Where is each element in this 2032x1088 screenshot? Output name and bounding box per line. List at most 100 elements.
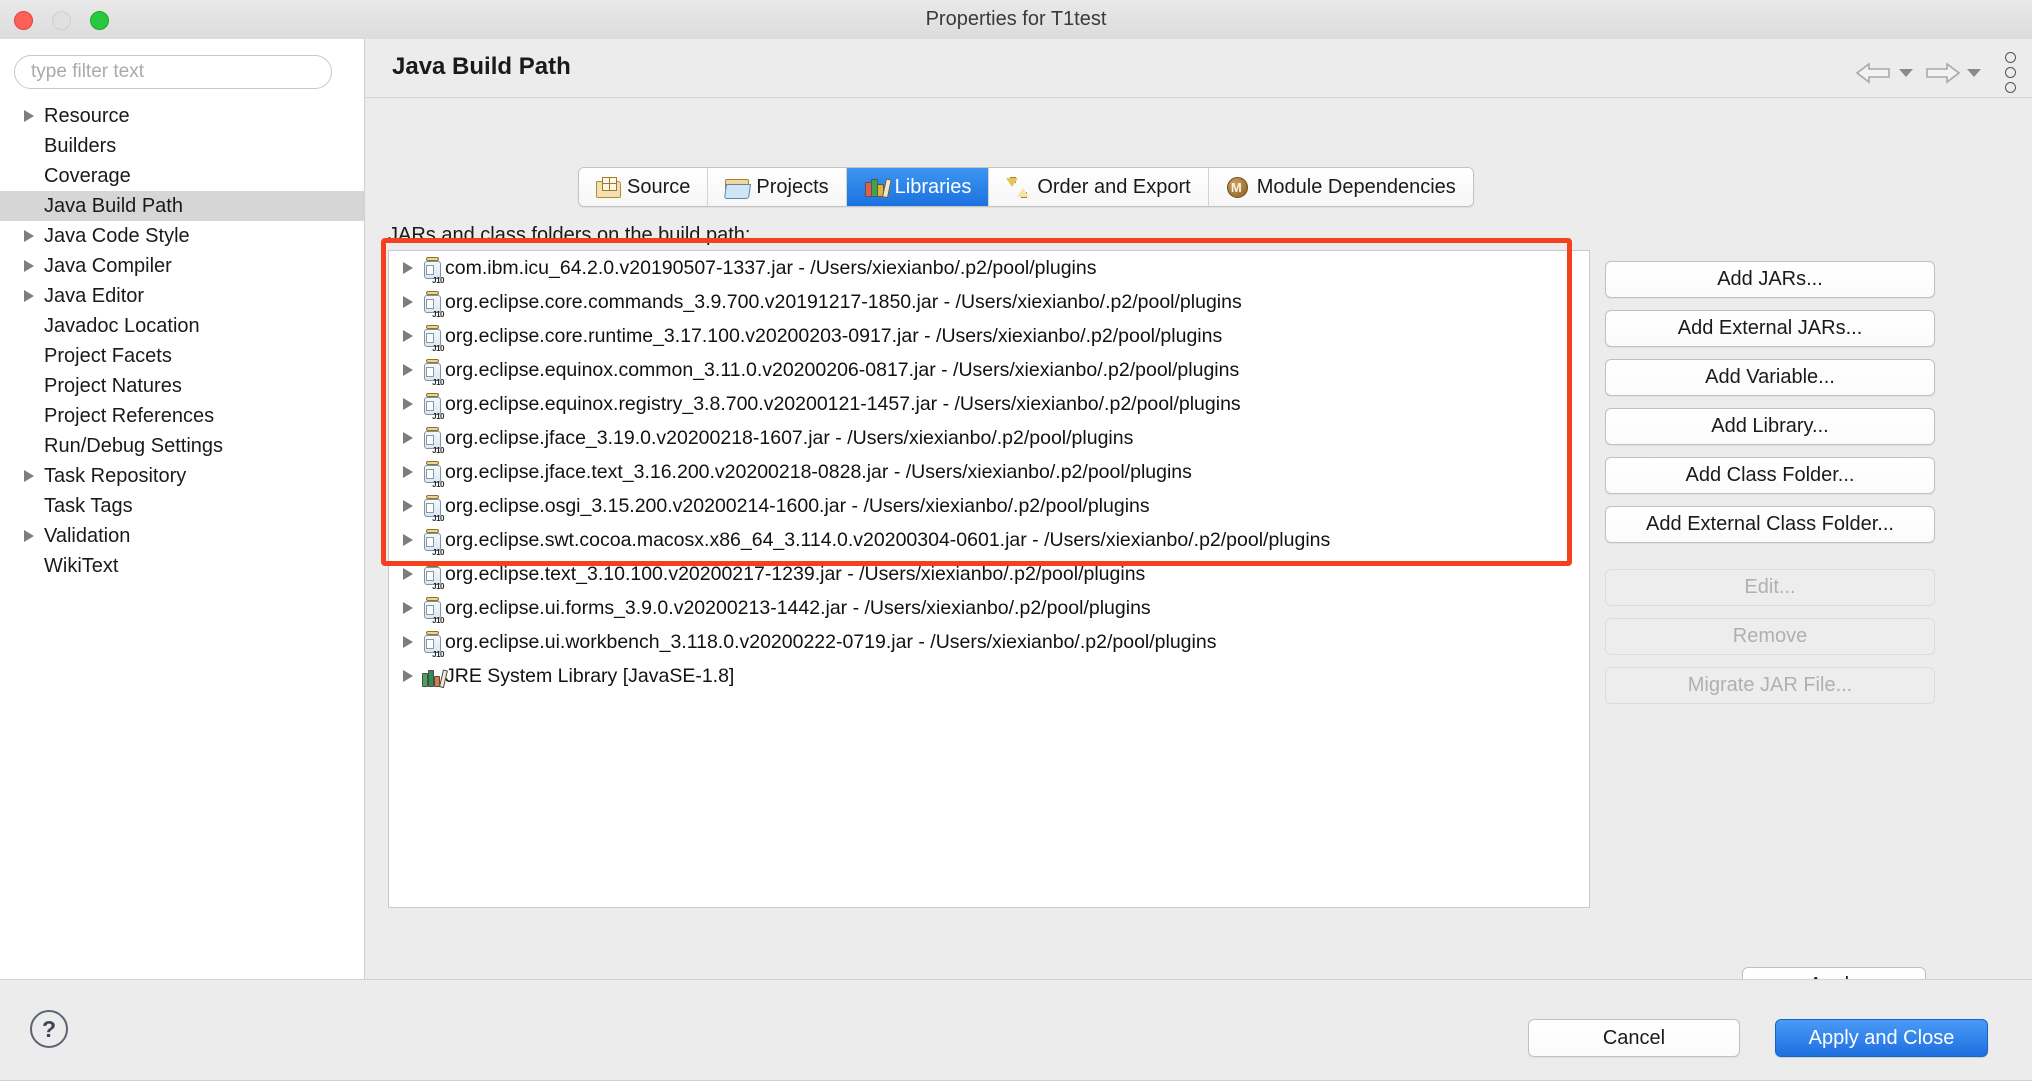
sidebar-item-label: Java Build Path bbox=[44, 195, 183, 217]
library-icon bbox=[422, 666, 446, 687]
sidebar-item-resource[interactable]: Resource bbox=[0, 101, 364, 131]
sidebar-item-label: Run/Debug Settings bbox=[44, 435, 223, 457]
expand-arrow-icon[interactable] bbox=[24, 110, 34, 122]
sidebar-item-javadoc-location[interactable]: Javadoc Location bbox=[0, 311, 364, 341]
expand-arrow-icon[interactable] bbox=[403, 262, 413, 274]
settings-sidebar: Resource Builders Coverage Java Build Path J… bbox=[0, 39, 365, 979]
sidebar-item-label: Builders bbox=[44, 135, 116, 157]
expand-arrow-icon[interactable] bbox=[403, 534, 413, 546]
sidebar-item-label: Task Tags bbox=[44, 495, 133, 517]
expand-arrow-icon[interactable] bbox=[24, 530, 34, 542]
properties-dialog: Properties for T1test ResourceBuildersCo… bbox=[0, 0, 2032, 1088]
tab-module-dependencies[interactable]: MModule Dependencies bbox=[1209, 168, 1473, 206]
back-arrow-icon bbox=[1855, 60, 1893, 86]
overflow-menu-icon[interactable] bbox=[2005, 52, 2016, 93]
sidebar-item-task-repository[interactable]: Task Repository bbox=[0, 461, 364, 491]
expand-arrow-icon[interactable] bbox=[403, 568, 413, 580]
add-library-button[interactable]: Add Library... bbox=[1605, 408, 1935, 445]
expand-arrow-icon[interactable] bbox=[24, 290, 34, 302]
sidebar-item-label: Coverage bbox=[44, 165, 131, 187]
tab-label: Libraries bbox=[895, 176, 972, 199]
jar-icon: J10 bbox=[422, 495, 444, 518]
expand-arrow-icon[interactable] bbox=[24, 470, 34, 482]
sidebar-item-task-tags[interactable]: Task Tags bbox=[0, 491, 364, 521]
expand-arrow-icon[interactable] bbox=[403, 398, 413, 410]
list-item[interactable]: J10org.eclipse.osgi_3.15.200.v20200214-1… bbox=[389, 489, 1589, 523]
list-item-label: org.eclipse.osgi_3.15.200.v20200214-1600… bbox=[445, 495, 1150, 517]
sidebar-item-run-debug-settings[interactable]: Run/Debug Settings bbox=[0, 431, 364, 461]
expand-arrow-icon[interactable] bbox=[403, 364, 413, 376]
build-path-list[interactable]: J10 com.ibm.icu_64.2.0.v20190507-1337.jar… bbox=[388, 250, 1590, 908]
expand-arrow-icon[interactable] bbox=[403, 330, 413, 342]
expand-arrow-icon[interactable] bbox=[403, 432, 413, 444]
add-class-folder-button[interactable]: Add Class Folder... bbox=[1605, 457, 1935, 494]
sidebar-item-java-editor[interactable]: Java Editor bbox=[0, 281, 364, 311]
list-item[interactable]: J10org.eclipse.core.commands_3.9.700.v20… bbox=[389, 285, 1589, 319]
sidebar-item-project-references[interactable]: Project References bbox=[0, 401, 364, 431]
list-item[interactable]: J10org.eclipse.ui.workbench_3.118.0.v202… bbox=[389, 625, 1589, 659]
list-item[interactable]: J10org.eclipse.text_3.10.100.v20200217-1… bbox=[389, 557, 1589, 591]
sidebar-item-validation[interactable]: Validation bbox=[0, 521, 364, 551]
list-item[interactable]: J10org.eclipse.ui.forms_3.9.0.v20200213-… bbox=[389, 591, 1589, 625]
remove-button: Remove bbox=[1605, 618, 1935, 655]
expand-arrow-icon[interactable] bbox=[403, 602, 413, 614]
edit-button: Edit... bbox=[1605, 569, 1935, 606]
list-item[interactable]: J10org.eclipse.equinox.common_3.11.0.v20… bbox=[389, 353, 1589, 387]
list-item[interactable]: J10org.eclipse.core.runtime_3.17.100.v20… bbox=[389, 319, 1589, 353]
list-item[interactable]: J10org.eclipse.equinox.registry_3.8.700.… bbox=[389, 387, 1589, 421]
back-button[interactable] bbox=[1855, 60, 1913, 86]
tab-source[interactable]: Source bbox=[579, 168, 708, 206]
tab-label: Order and Export bbox=[1037, 176, 1190, 199]
sidebar-item-coverage[interactable]: Coverage bbox=[0, 161, 364, 191]
list-item[interactable]: J10com.ibm.icu_64.2.0.v20190507-1337.jar… bbox=[389, 251, 1589, 285]
expand-arrow-icon[interactable] bbox=[403, 670, 413, 682]
forward-dropdown-caret-icon[interactable] bbox=[1967, 69, 1981, 77]
tab-projects[interactable]: Projects bbox=[708, 168, 846, 206]
sidebar-item-java-compiler[interactable]: Java Compiler bbox=[0, 251, 364, 281]
list-item-label: org.eclipse.jface_3.19.0.v20200218-1607.… bbox=[445, 427, 1133, 449]
add-external-class-folder-button[interactable]: Add External Class Folder... bbox=[1605, 506, 1935, 543]
window-bottom-edge bbox=[0, 1080, 2032, 1088]
jar-icon: J10 bbox=[422, 563, 444, 586]
build-path-tabs: SourceProjects Libraries Order and Export M… bbox=[578, 167, 1474, 207]
expand-arrow-icon[interactable] bbox=[403, 636, 413, 648]
list-item[interactable]: JRE System Library [JavaSE-1.8] bbox=[389, 659, 1589, 693]
sidebar-item-java-build-path[interactable]: Java Build Path bbox=[0, 191, 364, 221]
list-item-label: org.eclipse.equinox.common_3.11.0.v20200… bbox=[445, 359, 1239, 381]
page-header: Java Build Path bbox=[365, 39, 2032, 98]
expand-arrow-icon[interactable] bbox=[24, 260, 34, 272]
list-item-label: org.eclipse.ui.workbench_3.118.0.v202002… bbox=[445, 631, 1216, 653]
help-question-icon[interactable]: ? bbox=[30, 1010, 68, 1048]
page-title: Java Build Path bbox=[392, 53, 571, 81]
list-item-label: org.eclipse.equinox.registry_3.8.700.v20… bbox=[445, 393, 1241, 415]
sidebar-item-java-code-style[interactable]: Java Code Style bbox=[0, 221, 364, 251]
apply-and-close-button[interactable]: Apply and Close bbox=[1775, 1019, 1988, 1057]
forward-button[interactable] bbox=[1923, 60, 1981, 86]
filter-input[interactable] bbox=[14, 55, 332, 89]
add-external-jars-button[interactable]: Add External JARs... bbox=[1605, 310, 1935, 347]
back-dropdown-caret-icon[interactable] bbox=[1899, 69, 1913, 77]
projects-folder-icon bbox=[725, 177, 748, 198]
add-variable-button[interactable]: Add Variable... bbox=[1605, 359, 1935, 396]
sidebar-item-builders[interactable]: Builders bbox=[0, 131, 364, 161]
sidebar-item-label: Resource bbox=[44, 105, 130, 127]
expand-arrow-icon[interactable] bbox=[403, 296, 413, 308]
sidebar-item-wikitext[interactable]: WikiText bbox=[0, 551, 364, 581]
list-item-label: org.eclipse.ui.forms_3.9.0.v20200213-144… bbox=[445, 597, 1151, 619]
tab-order-and-export[interactable]: Order and Export bbox=[989, 168, 1208, 206]
cancel-button[interactable]: Cancel bbox=[1528, 1019, 1740, 1057]
expand-arrow-icon[interactable] bbox=[24, 230, 34, 242]
sidebar-item-project-facets[interactable]: Project Facets bbox=[0, 341, 364, 371]
expand-arrow-icon[interactable] bbox=[403, 500, 413, 512]
list-item[interactable]: J10org.eclipse.jface.text_3.16.200.v2020… bbox=[389, 455, 1589, 489]
list-item-label: org.eclipse.text_3.10.100.v20200217-1239… bbox=[445, 563, 1145, 585]
sidebar-item-project-natures[interactable]: Project Natures bbox=[0, 371, 364, 401]
expand-arrow-icon[interactable] bbox=[403, 466, 413, 478]
forward-arrow-icon bbox=[1923, 60, 1961, 86]
list-item-label: com.ibm.icu_64.2.0.v20190507-1337.jar - … bbox=[445, 257, 1096, 279]
add-jars-button[interactable]: Add JARs... bbox=[1605, 261, 1935, 298]
list-item[interactable]: J10org.eclipse.swt.cocoa.macosx.x86_64_3… bbox=[389, 523, 1589, 557]
list-item[interactable]: J10org.eclipse.jface_3.19.0.v20200218-16… bbox=[389, 421, 1589, 455]
sidebar-item-label: Project Facets bbox=[44, 345, 172, 367]
tab-libraries[interactable]: Libraries bbox=[847, 168, 990, 206]
